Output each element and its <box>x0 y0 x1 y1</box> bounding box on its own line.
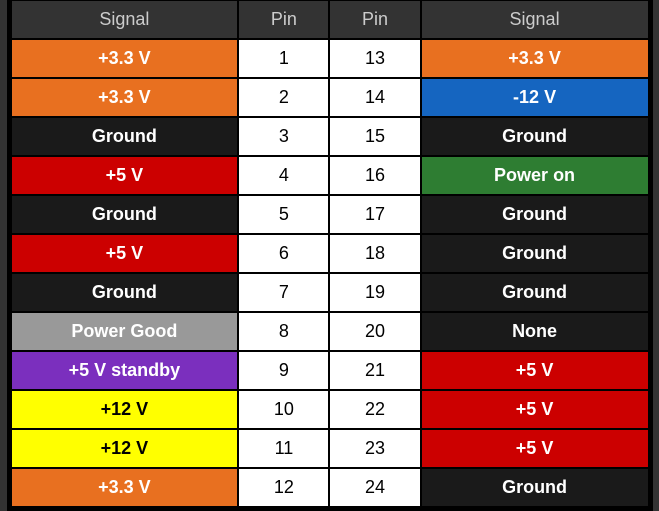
pin-right-4: 16 <box>329 156 420 195</box>
pin-left-9: 9 <box>238 351 329 390</box>
signal-left-2: +3.3 V <box>11 78 239 117</box>
signal-right-2: -12 V <box>421 78 649 117</box>
table-row: +3.3 V214-12 V <box>11 78 649 117</box>
pin-right-5: 17 <box>329 195 420 234</box>
signal-right-9: +5 V <box>421 351 649 390</box>
table-header-row: Signal Pin Pin Signal <box>11 0 649 39</box>
signal-left-9: +5 V standby <box>11 351 239 390</box>
header-pin-right: Pin <box>329 0 420 39</box>
pin-right-9: 21 <box>329 351 420 390</box>
pin-right-10: 22 <box>329 390 420 429</box>
atx-connector-table: Signal Pin Pin Signal +3.3 V113+3.3 V+3.… <box>7 0 653 511</box>
signal-left-1: +3.3 V <box>11 39 239 78</box>
signal-left-10: +12 V <box>11 390 239 429</box>
signal-left-11: +12 V <box>11 429 239 468</box>
signal-left-5: Ground <box>11 195 239 234</box>
table-row: +12 V1022+5 V <box>11 390 649 429</box>
table-row: +3.3 V113+3.3 V <box>11 39 649 78</box>
table-row: Ground719Ground <box>11 273 649 312</box>
pin-left-6: 6 <box>238 234 329 273</box>
table-row: +3.3 V1224Ground <box>11 468 649 507</box>
table-row: Ground315Ground <box>11 117 649 156</box>
pin-left-1: 1 <box>238 39 329 78</box>
table-body: +3.3 V113+3.3 V+3.3 V214-12 VGround315Gr… <box>11 39 649 507</box>
signal-left-7: Ground <box>11 273 239 312</box>
signal-right-1: +3.3 V <box>421 39 649 78</box>
pin-left-3: 3 <box>238 117 329 156</box>
header-pin-left: Pin <box>238 0 329 39</box>
table-row: Power Good820None <box>11 312 649 351</box>
signal-left-4: +5 V <box>11 156 239 195</box>
pin-left-12: 12 <box>238 468 329 507</box>
signal-right-8: None <box>421 312 649 351</box>
table-row: +5 V416Power on <box>11 156 649 195</box>
pin-left-10: 10 <box>238 390 329 429</box>
pin-right-12: 24 <box>329 468 420 507</box>
pin-left-7: 7 <box>238 273 329 312</box>
pin-right-7: 19 <box>329 273 420 312</box>
header-signal-left: Signal <box>11 0 239 39</box>
pin-right-11: 23 <box>329 429 420 468</box>
header-signal-right: Signal <box>421 0 649 39</box>
signal-right-5: Ground <box>421 195 649 234</box>
pin-right-1: 13 <box>329 39 420 78</box>
signal-right-12: Ground <box>421 468 649 507</box>
table-row: +5 V618Ground <box>11 234 649 273</box>
pin-right-6: 18 <box>329 234 420 273</box>
pin-left-5: 5 <box>238 195 329 234</box>
signal-right-7: Ground <box>421 273 649 312</box>
table-row: Ground517Ground <box>11 195 649 234</box>
signal-right-4: Power on <box>421 156 649 195</box>
signal-left-6: +5 V <box>11 234 239 273</box>
pin-right-2: 14 <box>329 78 420 117</box>
signal-right-10: +5 V <box>421 390 649 429</box>
pin-left-4: 4 <box>238 156 329 195</box>
pin-left-11: 11 <box>238 429 329 468</box>
signal-right-11: +5 V <box>421 429 649 468</box>
signal-left-3: Ground <box>11 117 239 156</box>
pin-right-8: 20 <box>329 312 420 351</box>
pin-right-3: 15 <box>329 117 420 156</box>
signal-right-3: Ground <box>421 117 649 156</box>
signal-left-8: Power Good <box>11 312 239 351</box>
pin-left-2: 2 <box>238 78 329 117</box>
table-row: +12 V1123+5 V <box>11 429 649 468</box>
signal-right-6: Ground <box>421 234 649 273</box>
pin-left-8: 8 <box>238 312 329 351</box>
table-row: +5 V standby921+5 V <box>11 351 649 390</box>
signal-left-12: +3.3 V <box>11 468 239 507</box>
